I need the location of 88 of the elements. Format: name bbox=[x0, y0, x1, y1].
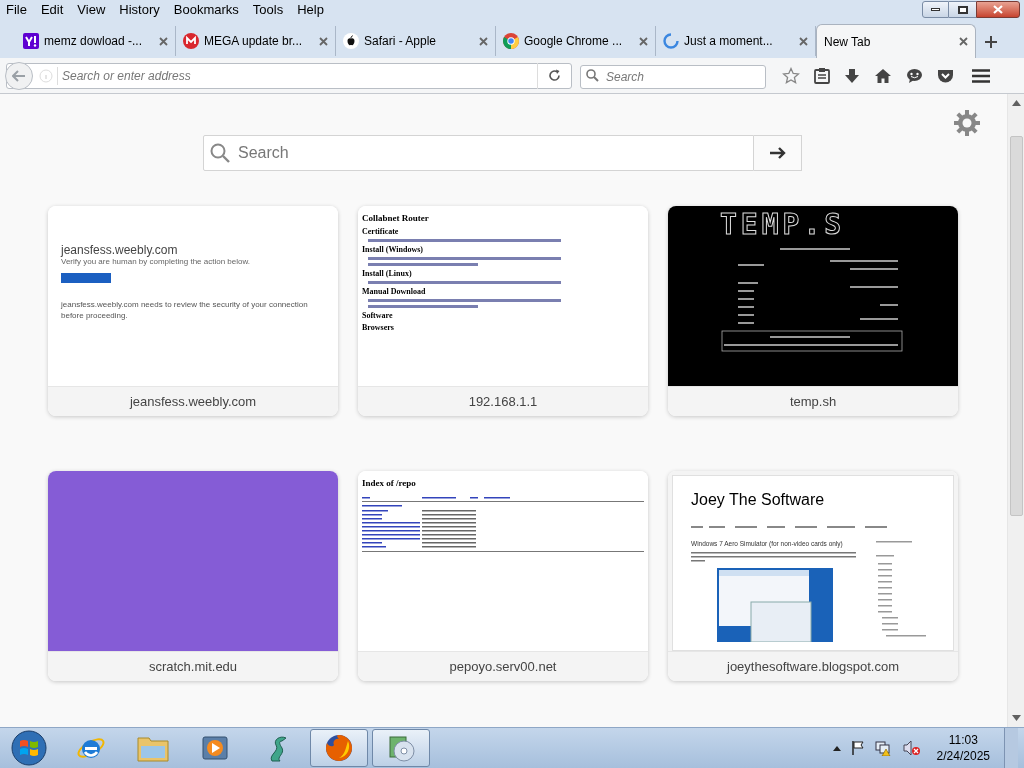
clipboard-icon[interactable] bbox=[814, 67, 830, 84]
media-player-icon bbox=[201, 734, 229, 762]
folder-icon bbox=[137, 734, 169, 762]
tile-caption: jeansfess.weebly.com bbox=[48, 386, 338, 416]
security-note: jeansfess.weebly.com needs to review the security of your connection before proceeding. bbox=[61, 299, 309, 321]
scroll-down-icon[interactable] bbox=[1011, 715, 1021, 721]
download-icon[interactable] bbox=[844, 67, 860, 84]
chat-icon[interactable] bbox=[906, 67, 923, 84]
clock-time: 11:03 bbox=[948, 732, 978, 748]
browser-tab[interactable]: MEGA update br... bbox=[176, 26, 336, 56]
search-field[interactable]: Search bbox=[203, 135, 754, 171]
reload-icon[interactable] bbox=[548, 69, 561, 82]
star-icon[interactable] bbox=[782, 66, 800, 85]
muted-speaker-icon[interactable] bbox=[902, 740, 921, 756]
search-go-button[interactable] bbox=[754, 135, 802, 171]
tile-caption: scratch.mit.edu bbox=[48, 651, 338, 681]
section-heading: Manual Download bbox=[362, 287, 427, 296]
close-tab-icon[interactable] bbox=[799, 36, 808, 46]
section-heading: Install (Linux) bbox=[362, 269, 413, 278]
search-icon bbox=[586, 68, 599, 82]
search-bar[interactable]: Search bbox=[580, 64, 766, 89]
chrome-icon bbox=[503, 33, 519, 49]
address-bar[interactable]: Search or enter address bbox=[6, 62, 572, 89]
close-tab-icon[interactable] bbox=[639, 36, 648, 46]
page-heading: Collabnet Router bbox=[362, 212, 430, 224]
close-tab-icon[interactable] bbox=[479, 36, 488, 46]
menu-item[interactable]: Edit bbox=[40, 0, 64, 20]
arrow-right-icon bbox=[768, 146, 787, 160]
back-button[interactable] bbox=[5, 61, 33, 90]
menu-item[interactable]: View bbox=[77, 0, 106, 20]
scrollbar[interactable] bbox=[1007, 94, 1024, 727]
search-icon bbox=[210, 143, 230, 163]
verify-checkbox-drawing bbox=[61, 273, 111, 283]
site-tile[interactable]: TEMP.S temp.sh bbox=[668, 206, 958, 416]
menu-icon[interactable] bbox=[972, 68, 990, 83]
tile-caption: joeythesoftware.blogspot.com bbox=[668, 651, 958, 681]
start-button[interactable] bbox=[8, 729, 50, 767]
verification-message: Verify you are human by completing the action below. bbox=[61, 257, 251, 267]
pocket-icon[interactable] bbox=[937, 67, 954, 84]
site-tile[interactable]: scratch.mit.edu bbox=[48, 471, 338, 681]
flag-icon[interactable] bbox=[850, 740, 865, 756]
close-tab-icon[interactable] bbox=[959, 37, 968, 46]
clock-date: 2/24/2025 bbox=[936, 748, 990, 764]
blog-title: Joey The Software bbox=[691, 490, 826, 510]
apple-icon bbox=[343, 33, 359, 49]
close-button[interactable] bbox=[976, 1, 1020, 18]
section-heading: Certificate bbox=[362, 227, 400, 236]
network-warning-icon[interactable] bbox=[874, 740, 893, 756]
firefox-icon bbox=[324, 733, 354, 763]
section-heading: Install (Windows) bbox=[362, 245, 424, 254]
section-heading: Browsers bbox=[362, 323, 395, 332]
close-tab-icon[interactable] bbox=[319, 36, 328, 46]
menu-item[interactable]: Help bbox=[297, 0, 324, 20]
home-icon[interactable] bbox=[874, 67, 892, 84]
site-tile[interactable]: Collabnet Router Certificate Install (Windows) Install (Linux) Manual Download Software Browsers 192.168.1.1 bbox=[358, 206, 648, 416]
browser-tab[interactable]: New Tab bbox=[816, 24, 976, 58]
chevron-up-icon[interactable] bbox=[832, 745, 841, 751]
menu-item[interactable]: Bookmarks bbox=[173, 0, 239, 20]
close-tab-icon[interactable] bbox=[159, 36, 168, 46]
mega-icon bbox=[183, 33, 199, 49]
tile-caption: 192.168.1.1 bbox=[358, 386, 648, 416]
tile-caption: temp.sh bbox=[668, 386, 958, 416]
plus-icon bbox=[985, 36, 997, 48]
info-icon bbox=[39, 68, 53, 83]
site-tile[interactable]: Index of /repo pepoyo.serv00.net bbox=[358, 471, 648, 681]
loading-spinner-icon bbox=[663, 33, 679, 49]
yahoo-icon bbox=[23, 33, 39, 49]
menu-item[interactable]: File bbox=[6, 0, 27, 20]
site-tile[interactable]: jeansfess.weebly.com Verify you are human by completing the action below. jeansfess.weebly.com needs to review the security of your connection before proceeding. jeansfess.weebly.com bbox=[48, 206, 338, 416]
scroll-up-icon[interactable] bbox=[1011, 100, 1021, 106]
taskbar-app-button[interactable] bbox=[310, 729, 368, 767]
browser-tab[interactable]: memz dowload -... bbox=[16, 26, 176, 56]
maximize-button[interactable] bbox=[949, 1, 976, 18]
minimize-button[interactable] bbox=[922, 1, 949, 18]
page-heading: Index of /repo bbox=[362, 477, 417, 489]
section-heading: Software bbox=[362, 311, 394, 320]
browser-tab[interactable]: Google Chrome ... bbox=[496, 26, 656, 56]
site-heading: jeansfess.weebly.com bbox=[61, 243, 179, 257]
back-arrow-icon bbox=[12, 69, 26, 82]
tile-caption: pepoyo.serv00.net bbox=[358, 651, 648, 681]
disc-burner-icon bbox=[386, 733, 416, 763]
taskbar-app-button[interactable] bbox=[372, 729, 430, 767]
close-icon bbox=[993, 5, 1003, 14]
site-logo-text: TEMP.S bbox=[720, 210, 847, 240]
address-field[interactable]: Search or enter address bbox=[58, 64, 537, 87]
browser-tab[interactable]: Safari - Apple bbox=[336, 26, 496, 56]
menu-item[interactable]: History bbox=[119, 0, 160, 20]
menu-item[interactable]: Tools bbox=[252, 0, 284, 20]
